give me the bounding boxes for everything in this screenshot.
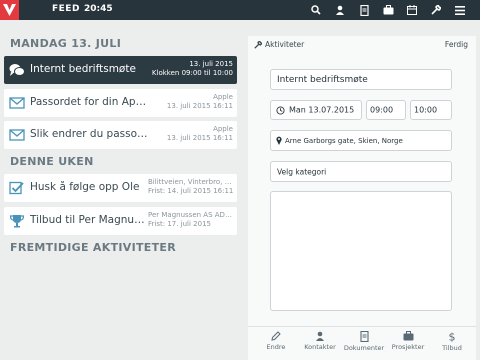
clock: 20:45 [84, 4, 113, 14]
tab-endre[interactable]: Endre [254, 331, 298, 351]
calendar-icon[interactable] [400, 3, 424, 17]
list-item[interactable]: Internt bedriftsmøte 13. juli 2015 Klokke… [4, 56, 237, 84]
list-item[interactable]: Slik endrer du passord... Apple 13. juli … [4, 121, 237, 149]
envelope-icon [9, 129, 25, 141]
date-field[interactable]: Man 13.07.2015 [270, 100, 362, 120]
item-meta: Bilittveien, Vinterbro, Nor... Frist: 14.… [148, 178, 234, 195]
tab-kontakter[interactable]: Kontakter [298, 331, 342, 351]
trophy-icon [9, 215, 25, 228]
map-pin-icon [276, 136, 282, 145]
tab-dokumenter[interactable]: Dokumenter [342, 331, 386, 352]
item-meta: 13. juli 2015 Klokken 09:00 til 10:00 [151, 60, 233, 77]
item-title: Slik endrer du passord... [30, 128, 148, 140]
menu-icon[interactable] [448, 3, 472, 17]
wrench-icon[interactable] [424, 3, 448, 17]
feed-list: MANDAG 13. JULI Internt bedriftsmøte 13.… [0, 20, 245, 360]
clock-icon [276, 106, 285, 115]
tab-tilbud[interactable]: $ Tilbud [430, 331, 474, 352]
tab-prosjekter[interactable]: Prosjekter [386, 331, 430, 351]
start-time-field[interactable]: 09:00 [366, 100, 406, 120]
section-today: MANDAG 13. JULI [10, 37, 122, 50]
envelope-icon [9, 97, 25, 109]
search-icon[interactable] [304, 3, 328, 17]
location-field[interactable]: Arne Garborgs gate, Skien, Norge [270, 130, 452, 151]
person-icon[interactable] [328, 3, 352, 17]
briefcase-icon[interactable] [376, 3, 400, 17]
list-item[interactable]: Tilbud til Per Magnuss... Per Magnussen … [4, 207, 237, 235]
item-meta: Per Magnussen AS ADM,... Frist: 17. juli … [148, 211, 234, 228]
logo-icon [3, 4, 16, 16]
item-meta: Apple 13. juli 2015 16:11 [166, 125, 233, 142]
checkbox-icon [9, 181, 24, 195]
svg-text:$: $ [449, 331, 456, 342]
person-icon [316, 331, 324, 341]
bottom-tab-bar: Endre Kontakter Dokumenter Prosjekter $ … [248, 326, 476, 360]
back-label: Aktiviteter [265, 40, 305, 49]
pencil-icon [271, 331, 281, 341]
app-logo[interactable] [0, 0, 19, 20]
dollar-icon: $ [449, 331, 456, 342]
item-title: Tilbud til Per Magnuss... [30, 214, 148, 226]
activity-detail: Aktiviteter Ferdig Internt bedriftsmøte … [248, 36, 476, 360]
briefcase-icon [403, 331, 413, 341]
notes-textarea[interactable] [270, 191, 452, 311]
back-button[interactable]: Aktiviteter [254, 40, 304, 49]
list-item[interactable]: Passordet for din Appl... Apple 13. juli … [4, 89, 237, 117]
category-select[interactable]: Velg kategori [270, 161, 452, 182]
section-future: FREMTIDIGE AKTIVITETER [10, 241, 176, 254]
document-icon[interactable] [352, 3, 376, 17]
end-time-field[interactable]: 10:00 [410, 100, 452, 120]
title-field[interactable]: Internt bedriftsmøte [270, 69, 452, 90]
item-meta: Apple 13. juli 2015 16:11 [166, 93, 233, 110]
top-bar: FEED 20:45 [0, 0, 480, 20]
document-icon [359, 331, 369, 342]
item-title: Husk å følge opp Ole [30, 181, 140, 193]
wrench-icon [254, 40, 262, 49]
done-button[interactable]: Ferdig [445, 40, 468, 49]
item-title: Passordet for din Appl... [30, 96, 148, 108]
feed-title: FEED [52, 4, 80, 14]
section-week: DENNE UKEN [10, 155, 94, 168]
item-title: Internt bedriftsmøte [30, 63, 136, 75]
list-item[interactable]: Husk å følge opp Ole Bilittveien, Vinter… [4, 174, 237, 202]
chat-bubbles-icon [9, 64, 25, 76]
detail-header: Aktiviteter Ferdig [248, 36, 476, 52]
